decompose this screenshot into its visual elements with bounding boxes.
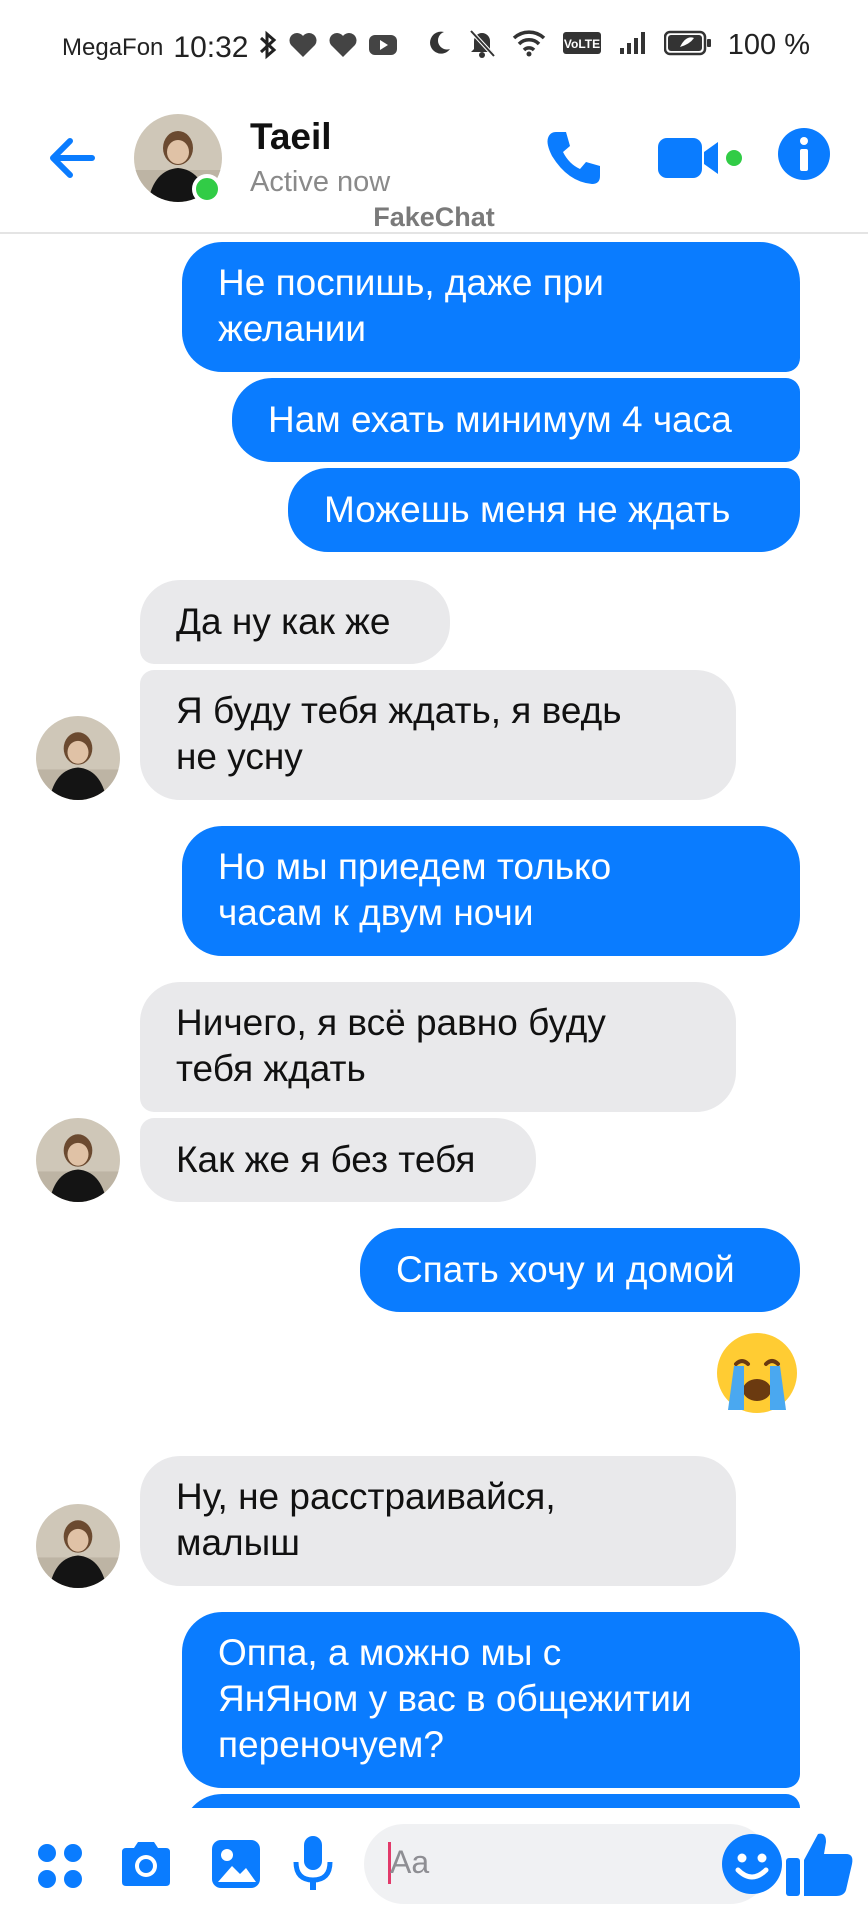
message-line: Спать хочу и домой [396,1249,735,1290]
incoming-message-bubble[interactable]: Да ну как же [140,580,450,664]
phone-call-icon[interactable] [542,126,606,190]
message-line: Можешь меня не ждать [324,489,731,530]
incoming-message-bubble[interactable]: Как же я без тебя [140,1118,536,1202]
watermark-label: FakeChat [373,202,495,232]
message-line: Оппа, а можно мы с [218,1632,562,1673]
camera-icon[interactable] [118,1838,174,1895]
back-arrow-icon[interactable] [44,128,104,188]
loudly-crying-face-icon[interactable] [714,1330,800,1416]
clock: 10:32 [173,30,249,64]
thumbs-up-like-icon[interactable] [784,1830,856,1903]
status-bar: MegaFon 10:32 VoLTE 100 % [0,0,868,96]
heart-notification-icon [328,32,358,63]
outgoing-message-bubble[interactable]: Можешь меня не ждать [288,468,800,552]
message-line: малыш [176,1522,300,1563]
carrier-label: MegaFon [62,33,164,61]
message-line: тебя ждать [176,1048,366,1089]
message-line: Но мы приедем только [218,846,612,887]
message-line: часам к двум ночи [218,892,534,933]
message-line: Не поспишь, даже при [218,262,604,303]
message-input[interactable]: Aa [364,1824,782,1904]
message-input-placeholder: Aa [390,1844,430,1880]
signal-strength-icon [618,30,648,61]
message-line: Ничего, я всё равно буду [176,1002,606,1043]
contact-avatar-small[interactable] [36,716,120,800]
wifi-icon [512,29,546,62]
gallery-image-icon[interactable] [210,1838,262,1895]
do-not-disturb-moon-icon [426,29,452,62]
message-line: Как же я без тебя [176,1139,476,1180]
youtube-notification-icon [368,33,398,62]
outgoing-message-bubble[interactable]: Оппа, а можно мы с ЯнЯном у вас в общежи… [182,1612,800,1788]
outgoing-message-bubble[interactable]: Нам ехать минимум 4 часа [232,378,800,462]
message-line: не усну [176,736,303,777]
muted-bell-icon [468,28,496,63]
incoming-message-bubble[interactable]: Ну, не расстраивайся, малыш [140,1456,736,1586]
message-line: желании [218,308,367,349]
info-icon[interactable] [776,126,832,182]
battery-icon [663,30,712,61]
message-line: Да ну как же [176,601,391,642]
svg-text:VoLTE: VoLTE [564,37,600,51]
apps-grid-icon[interactable] [36,1842,84,1895]
heart-notification-icon [288,32,318,63]
message-line: ЯнЯном у вас в общежитии [218,1678,692,1719]
online-status-dot [192,174,222,204]
outgoing-message-bubble[interactable]: Не поспишь, даже при желании [182,242,800,372]
message-composer: Aa [0,1808,868,1920]
microphone-icon[interactable] [292,1834,334,1899]
contact-avatar-small[interactable] [36,1118,120,1202]
incoming-message-bubble[interactable]: Ничего, я всё равно буду тебя ждать [140,982,736,1112]
outgoing-message-bubble[interactable]: Спать хочу и домой [360,1228,800,1312]
outgoing-message-bubble[interactable]: Но мы приедем только часам к двум ночи [182,826,800,956]
emoji-smiley-icon[interactable] [718,1830,786,1903]
volte-icon: VoLTE [562,30,602,61]
message-line: переночуем? [218,1724,444,1765]
incoming-message-bubble[interactable]: Я буду тебя ждать, я ведь не усну [140,670,736,800]
message-line: Я буду тебя ждать, я ведь [176,690,622,731]
contact-activity-status: Active now [250,166,391,198]
message-line: Нам ехать минимум 4 часа [268,399,732,440]
message-line: Ну, не расстраивайся, [176,1476,556,1517]
contact-name[interactable]: Taeil [250,116,332,158]
video-call-icon[interactable] [656,134,744,182]
battery-percentage: 100 % [727,29,810,61]
bluetooth-icon [258,30,278,65]
contact-avatar-small[interactable] [36,1504,120,1588]
